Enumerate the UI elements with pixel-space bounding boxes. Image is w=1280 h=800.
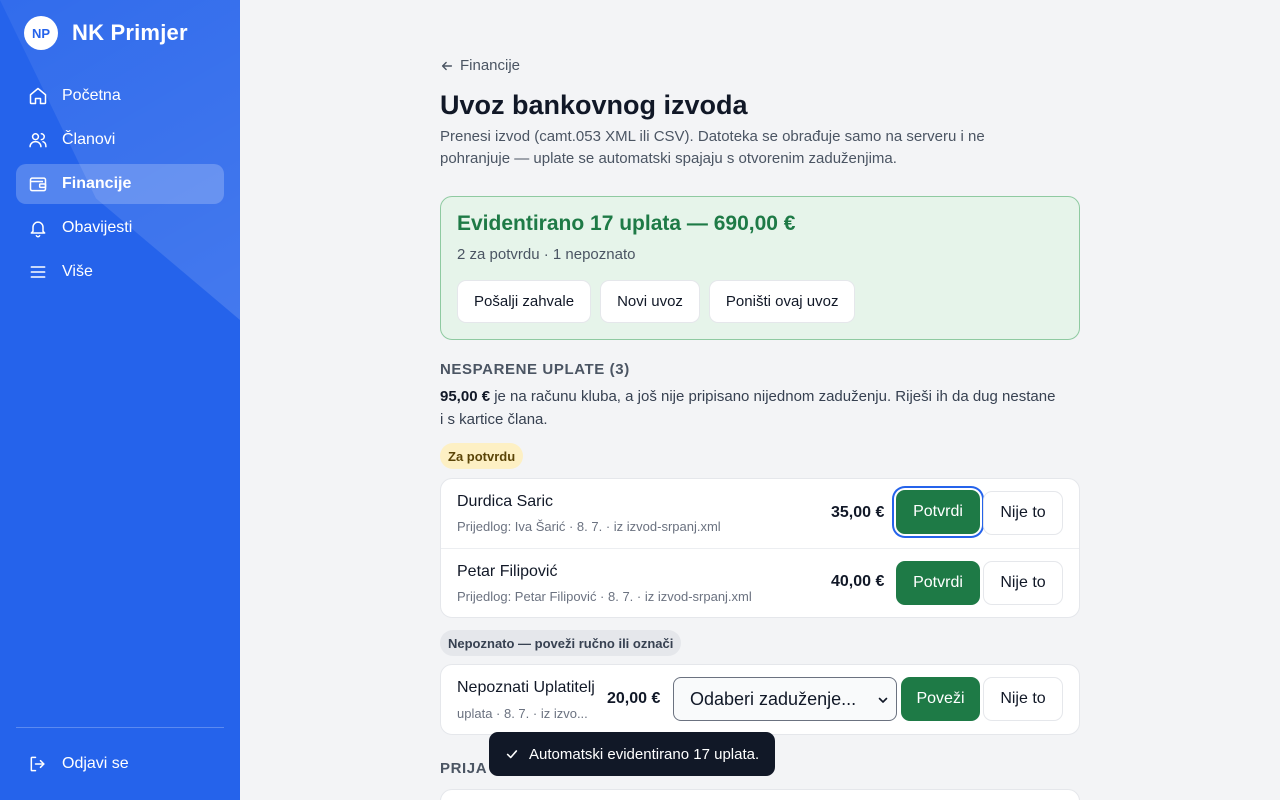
club-name: NK Primjer xyxy=(72,20,188,45)
sidebar-item-label: Početna xyxy=(62,87,121,104)
summary-subtitle: 2 za potvrdu · 1 nepoznato xyxy=(457,246,636,263)
link-button[interactable]: Poveži xyxy=(901,677,980,721)
club-logo-badge: NP xyxy=(24,16,58,50)
sidebar-item-label: Više xyxy=(62,263,93,280)
payment-meta: Prijedlog: Iva Šarić · 8. 7. · iz izvod-… xyxy=(457,519,721,534)
summary-actions: Pošalji zahvale Novi uvoz Poništi ovaj u… xyxy=(457,280,856,323)
charge-select-value: Odaberi zaduženje... xyxy=(690,688,857,709)
reject-button[interactable]: Nije to xyxy=(983,561,1063,605)
payer-name: Durdica Saric xyxy=(457,493,554,510)
to-confirm-list: Durdica Saric Prijedlog: Iva Šarić · 8. … xyxy=(440,478,1080,618)
toast-notification: Automatski evidentirano 17 uplata. xyxy=(489,732,776,776)
payer-name: Petar Filipović xyxy=(457,563,558,580)
payer-name: Nepoznati Uplatitelj xyxy=(457,679,595,696)
next-section-heading: PRIJA xyxy=(440,760,488,777)
sidebar-divider xyxy=(16,727,224,728)
summary-title: Evidentirano 17 uplata — 690,00 € xyxy=(457,212,796,235)
sidebar: NP NK Primjer Početna Članovi Financije … xyxy=(0,0,240,800)
payment-amount: 40,00 € xyxy=(831,573,885,590)
back-link-label: Financije xyxy=(460,57,521,74)
payment-meta: Prijedlog: Petar Filipović · 8. 7. · iz … xyxy=(457,589,752,604)
logout-label: Odjavi se xyxy=(62,755,129,772)
wallet-icon xyxy=(29,177,47,192)
chevron-down-icon xyxy=(878,697,888,703)
toast-text: Automatski evidentirano 17 uplata. xyxy=(529,745,760,763)
sidebar-item-obavijesti[interactable]: Obavijesti xyxy=(16,208,224,248)
list-item: Petar Filipović Prijedlog: Petar Filipov… xyxy=(441,548,1079,617)
unknown-badge: Nepoznato — poveži ručno ili označi xyxy=(440,630,682,656)
unmatched-heading: NESPARENE UPLATE (3) xyxy=(440,361,630,378)
undo-import-button[interactable]: Poništi ovaj uvoz xyxy=(708,280,856,323)
brand[interactable]: NP NK Primjer xyxy=(24,16,188,50)
reject-button[interactable]: Nije to xyxy=(983,677,1063,721)
payment-meta: uplata · 8. 7. · iz izvo... xyxy=(457,706,588,721)
menu-icon xyxy=(30,266,46,278)
payment-amount: 20,00 € xyxy=(607,690,661,707)
send-thanks-button[interactable]: Pošalji zahvale xyxy=(457,280,592,323)
confirm-button[interactable]: Potvrdi xyxy=(896,490,980,534)
back-link[interactable]: Financije xyxy=(440,57,520,74)
payment-amount: 35,00 € xyxy=(831,504,885,521)
sidebar-item-label: Financije xyxy=(62,175,132,192)
logout-icon xyxy=(30,756,45,772)
confirm-button[interactable]: Potvrdi xyxy=(896,561,980,605)
unmatched-text: je na računu kluba, a još nije pripisano… xyxy=(440,388,1056,428)
unknown-list: Nepoznati Uplatitelj uplata · 8. 7. · iz… xyxy=(440,664,1080,735)
sidebar-item-financije[interactable]: Financije xyxy=(16,164,224,204)
page-description: Prenesi izvod (camt.053 XML ili CSV). Da… xyxy=(440,128,985,167)
to-confirm-badge: Za potvrdu xyxy=(440,443,524,469)
sidebar-item-vise[interactable]: Više xyxy=(16,252,224,292)
sidebar-item-clanovi[interactable]: Članovi xyxy=(16,120,224,160)
sidebar-item-label: Članovi xyxy=(62,131,116,148)
arrow-left-icon xyxy=(441,61,453,70)
list-item: Nepoznati Uplatitelj uplata · 8. 7. · iz… xyxy=(441,665,1079,734)
bell-icon xyxy=(30,221,46,238)
list-item: Durdica Saric Prijedlog: Iva Šarić · 8. … xyxy=(441,479,1079,548)
check-icon xyxy=(506,750,518,759)
home-icon xyxy=(29,87,47,105)
sidebar-footer: Odjavi se xyxy=(16,744,224,788)
users-icon xyxy=(29,133,47,148)
import-summary-box: Evidentirano 17 uplata — 690,00 € 2 za p… xyxy=(440,196,1080,340)
reject-button[interactable]: Nije to xyxy=(983,491,1063,535)
page-title: Uvoz bankovnog izvoda xyxy=(440,90,748,120)
sidebar-item-pocetna[interactable]: Početna xyxy=(16,76,224,116)
sidebar-item-label: Obavijesti xyxy=(62,219,133,236)
unmatched-amount: 95,00 € xyxy=(440,388,491,405)
unmatched-description: 95,00 € je na računu kluba, a još nije p… xyxy=(440,385,1060,431)
sidebar-nav: Početna Članovi Financije Obavijesti Viš… xyxy=(16,76,224,296)
new-import-button[interactable]: Novi uvoz xyxy=(600,280,700,323)
charge-select[interactable]: Odaberi zaduženje... xyxy=(673,677,897,721)
logout-button[interactable]: Odjavi se xyxy=(16,744,224,784)
next-section-card xyxy=(440,789,1080,800)
